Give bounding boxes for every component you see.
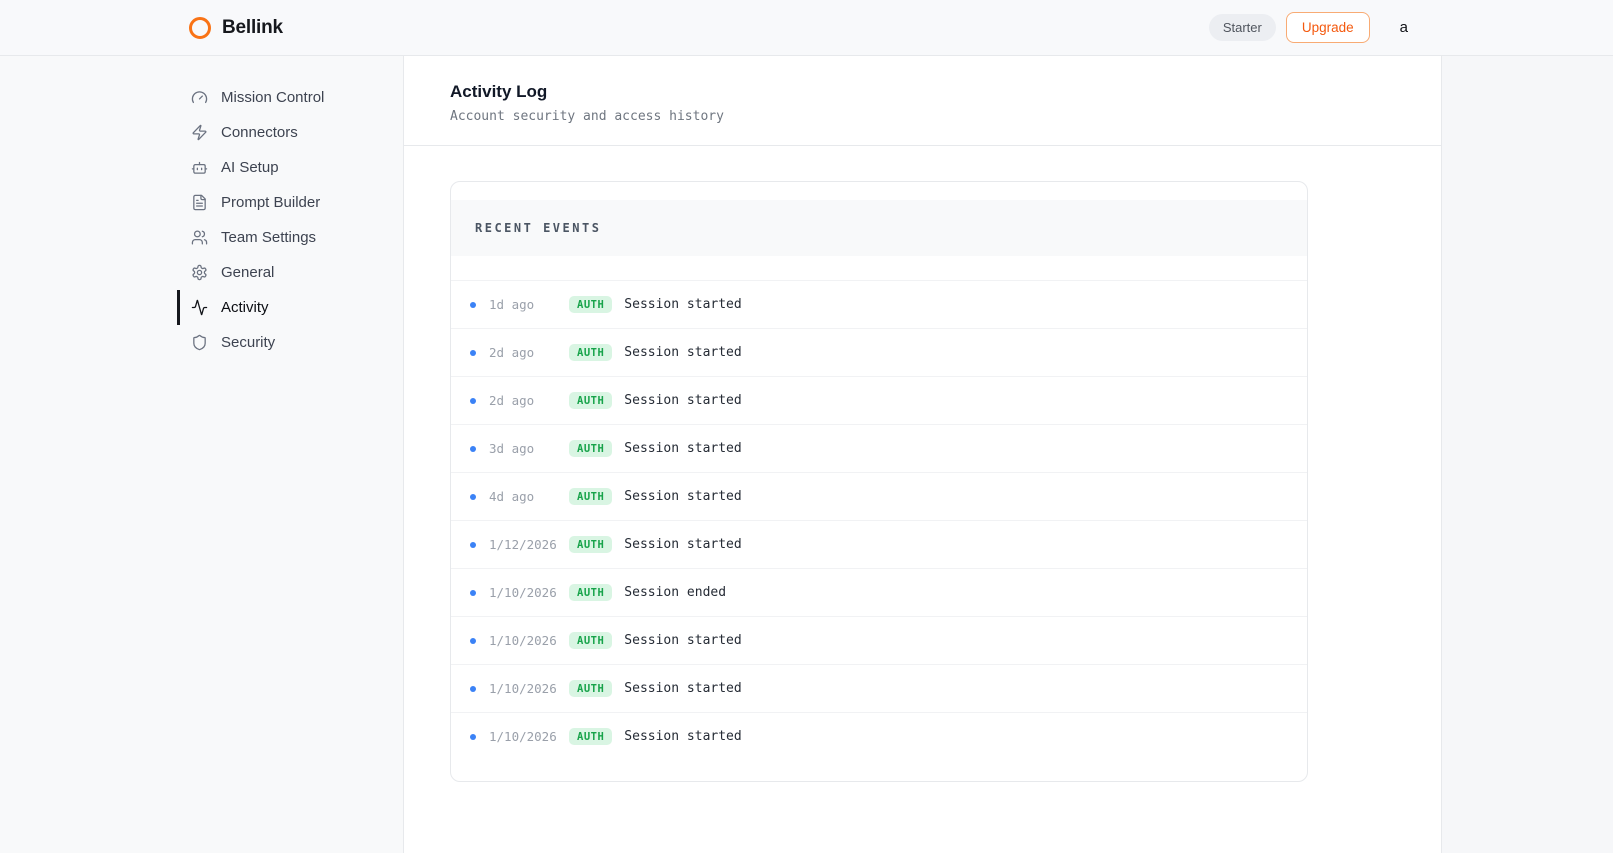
sidebar-item-label: Activity <box>221 299 269 316</box>
page-subtitle: Account security and access history <box>450 109 724 124</box>
event-dot-icon <box>470 541 476 548</box>
main-panel: Activity Log Account security and access… <box>404 56 1442 853</box>
event-dot-icon <box>470 493 476 500</box>
event-description: Session started <box>624 537 742 552</box>
sidebar-item-label: General <box>221 264 275 281</box>
event-type-badge: AUTH <box>569 295 613 314</box>
brand-name: Bellink <box>222 16 283 38</box>
event-dot-icon <box>470 733 476 740</box>
sidebar-item-label: AI Setup <box>221 159 279 176</box>
panel-divider <box>404 145 1442 146</box>
card-header-title: RECENT EVENTS <box>475 221 602 235</box>
card-top-padding <box>451 182 1307 200</box>
event-row: 1/10/2026 AUTH Session ended <box>451 568 1307 616</box>
card-header-band: RECENT EVENTS <box>451 200 1307 256</box>
recent-events-card: RECENT EVENTS 1d ago AUTH Session starte… <box>450 181 1308 782</box>
sidebar-item-general[interactable]: General <box>177 255 403 290</box>
event-type-badge: AUTH <box>569 391 613 410</box>
gauge-icon <box>191 91 208 104</box>
event-dot-icon <box>470 349 476 356</box>
event-row: 1/10/2026 AUTH Session started <box>451 616 1307 664</box>
users-icon <box>191 230 208 245</box>
event-time: 1/10/2026 <box>489 729 557 744</box>
sidebar-item-team-settings[interactable]: Team Settings <box>177 220 403 255</box>
sidebar-nav: Mission Control Connectors AI Setup Prom… <box>0 80 403 360</box>
gear-icon <box>192 264 207 281</box>
zap-icon <box>192 124 207 141</box>
shield-icon <box>193 334 206 351</box>
event-dot-icon <box>470 589 476 596</box>
event-time: 1/12/2026 <box>489 537 557 552</box>
activity-pulse-icon <box>191 299 208 316</box>
event-row: 4d ago AUTH Session started <box>451 472 1307 520</box>
event-dot-icon <box>470 685 476 692</box>
event-dot-icon <box>470 397 476 404</box>
document-icon <box>193 194 206 211</box>
event-description: Session ended <box>624 585 727 600</box>
sidebar-item-mission-control[interactable]: Mission Control <box>177 80 403 115</box>
event-type-badge: AUTH <box>569 583 613 602</box>
event-description: Session started <box>624 345 742 360</box>
event-time: 2d ago <box>489 345 535 360</box>
event-time: 1d ago <box>489 297 535 312</box>
sidebar-item-label: Connectors <box>221 124 298 141</box>
event-description: Session started <box>624 633 742 648</box>
top-header: Bellink Starter Upgrade a <box>0 0 1613 56</box>
event-time: 1/10/2026 <box>489 633 557 648</box>
sidebar-item-ai-setup[interactable]: AI Setup <box>177 150 403 185</box>
event-time: 4d ago <box>489 489 535 504</box>
sidebar-item-label: Prompt Builder <box>221 194 321 211</box>
event-description: Session started <box>624 393 742 408</box>
event-row: 1/12/2026 AUTH Session started <box>451 520 1307 568</box>
event-type-badge: AUTH <box>569 679 613 698</box>
plan-badge: Starter <box>1208 14 1276 41</box>
bot-icon <box>191 161 208 174</box>
event-type-badge: AUTH <box>569 535 613 554</box>
event-description: Session started <box>624 729 742 744</box>
user-avatar[interactable]: a <box>1400 19 1408 36</box>
event-time: 2d ago <box>489 393 535 408</box>
page-title: Activity Log <box>450 82 548 101</box>
event-dot-icon <box>470 445 476 452</box>
event-type-badge: AUTH <box>569 343 613 362</box>
event-type-badge: AUTH <box>569 727 613 746</box>
event-description: Session started <box>624 681 742 696</box>
event-type-badge: AUTH <box>569 631 613 650</box>
event-dot-icon <box>470 637 476 644</box>
app-body: Mission Control Connectors AI Setup Prom… <box>0 56 1613 853</box>
sidebar-item-activity[interactable]: Activity <box>177 290 403 325</box>
event-row: 2d ago AUTH Session started <box>451 328 1307 376</box>
event-row: 1/10/2026 AUTH Session started <box>451 664 1307 712</box>
sidebar-item-label: Security <box>221 334 276 351</box>
sidebar-item-prompt-builder[interactable]: Prompt Builder <box>177 185 403 220</box>
event-time: 1/10/2026 <box>489 681 557 696</box>
event-type-badge: AUTH <box>569 439 613 458</box>
event-description: Session started <box>624 441 742 456</box>
event-description: Session started <box>624 489 742 504</box>
event-time: 3d ago <box>489 441 535 456</box>
sidebar: Mission Control Connectors AI Setup Prom… <box>0 56 404 853</box>
sidebar-item-label: Mission Control <box>221 89 325 106</box>
event-description: Session started <box>624 297 742 312</box>
event-dot-icon <box>470 301 476 308</box>
sidebar-item-security[interactable]: Security <box>177 325 403 360</box>
event-row: 3d ago AUTH Session started <box>451 424 1307 472</box>
event-time: 1/10/2026 <box>489 585 557 600</box>
brand-logo-ring-icon <box>189 16 211 39</box>
event-row: 2d ago AUTH Session started <box>451 376 1307 424</box>
right-gutter <box>1442 56 1613 853</box>
event-row: 1/10/2026 AUTH Session started <box>451 712 1307 760</box>
events-list: 1d ago AUTH Session started 2d ago AUTH … <box>451 280 1307 781</box>
event-row: 1d ago AUTH Session started <box>451 280 1307 328</box>
upgrade-button[interactable]: Upgrade <box>1285 11 1370 44</box>
sidebar-item-label: Team Settings <box>221 229 317 246</box>
sidebar-item-connectors[interactable]: Connectors <box>177 115 403 150</box>
event-type-badge: AUTH <box>569 487 613 506</box>
